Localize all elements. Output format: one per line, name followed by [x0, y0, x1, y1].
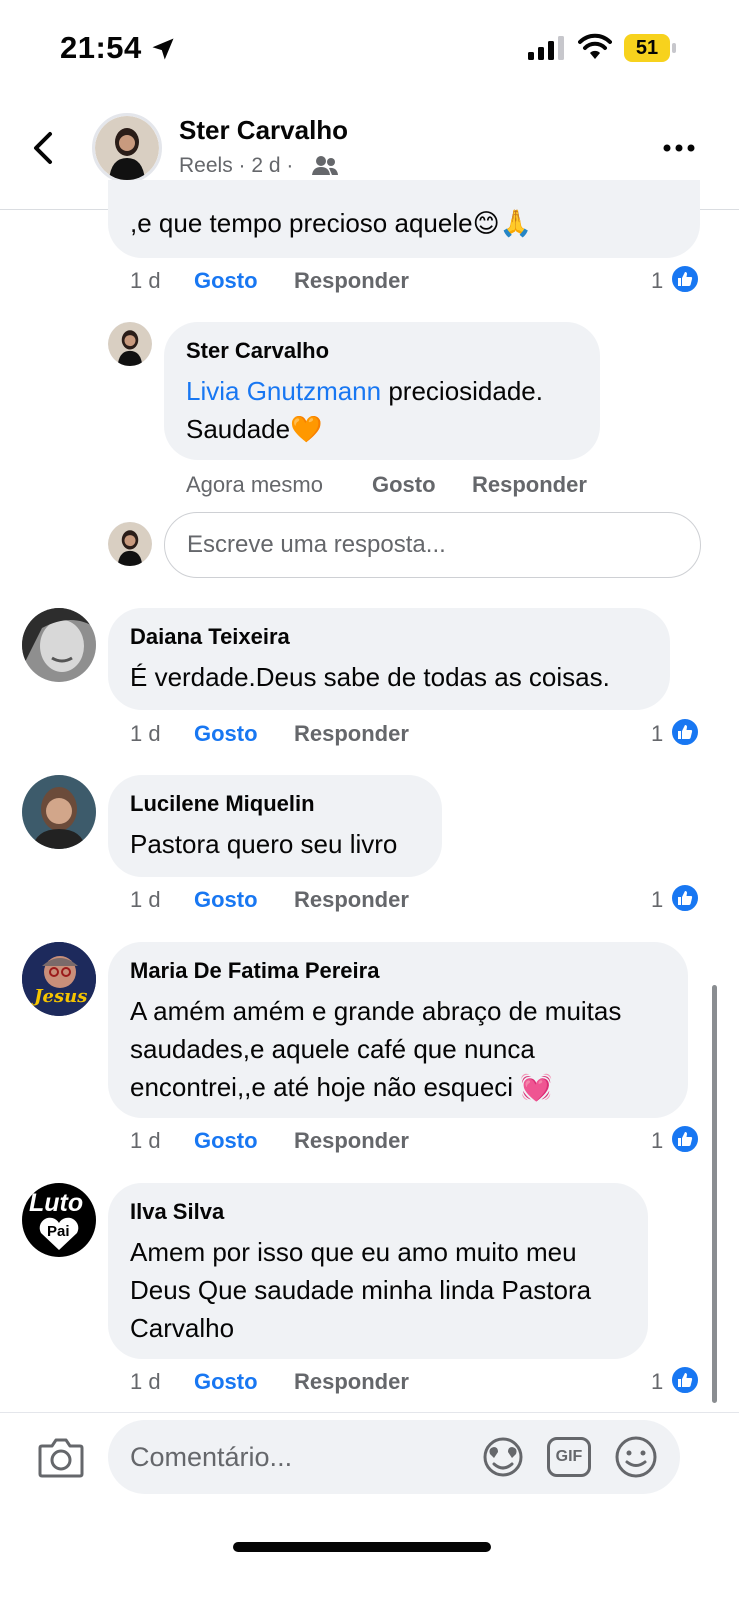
reply-avatar[interactable]	[108, 322, 152, 366]
emoji-icon[interactable]	[614, 1435, 658, 1479]
mention-link[interactable]: Livia Gnutzmann	[186, 376, 381, 406]
reply-button[interactable]: Responder	[294, 721, 409, 747]
comment-text-line: A amém amém e grande abraço de muitas	[130, 996, 622, 1026]
reply-text-line1: preciosidade.	[381, 376, 543, 406]
comment-text-line: Amem por isso que eu amo muito meu	[130, 1237, 577, 1267]
gif-label: GIF	[555, 1448, 583, 1465]
comment-time: 1 d	[130, 887, 161, 912]
comment-input[interactable]: Comentário...	[108, 1420, 680, 1494]
wifi-icon	[578, 33, 612, 59]
like-button[interactable]: Gosto	[194, 721, 294, 747]
comment-actions: 1 d Gosto Responder	[130, 266, 409, 296]
header-meta: Reels · 2 d ·	[179, 154, 294, 177]
comment-bubble-partial: ,e que tempo precioso aquele😊🙏	[108, 180, 700, 258]
comment-actions: 1 d Gosto Responder	[130, 719, 409, 749]
reaction-count: 1	[651, 887, 664, 912]
comment-time: 1 d	[130, 268, 161, 293]
comment-text-line: Carvalho	[130, 1313, 235, 1343]
comment-text: Pastora quero seu livro	[130, 829, 398, 859]
reply-text-line2: Saudade🧡	[186, 414, 323, 444]
comment-author[interactable]: Lucilene Miquelin	[130, 791, 420, 817]
avatar[interactable]	[22, 608, 96, 682]
reaction-count: 1	[651, 1128, 664, 1153]
avatar-text: Luto	[29, 1189, 84, 1217]
comment-author[interactable]: Ilva Silva	[130, 1199, 626, 1225]
scrollbar-thumb[interactable]	[712, 985, 717, 1403]
like-button[interactable]: Gosto	[194, 1128, 294, 1154]
comment-bubble: Daiana Teixeira É verdade.Deus sabe de t…	[108, 608, 670, 710]
avatar-text: Jesus	[34, 986, 88, 1007]
comment-actions: 1 d Gosto Responder	[130, 1367, 409, 1397]
battery-level: 51	[635, 36, 659, 59]
reply-button[interactable]: Responder	[472, 472, 587, 498]
reply-button[interactable]: Responder	[294, 1369, 409, 1395]
status-time: 21:54	[60, 30, 142, 65]
thumbs-up-icon[interactable]	[670, 264, 700, 294]
reaction-count: 1	[651, 268, 664, 293]
avatar-text: Pai	[47, 1223, 70, 1240]
comment-text-line: Deus Que saudade minha linda Pastora	[130, 1275, 592, 1305]
comment-bubble: Lucilene Miquelin Pastora quero seu livr…	[108, 775, 442, 877]
like-button[interactable]: Gosto	[194, 1369, 294, 1395]
location-arrow-icon	[152, 38, 174, 60]
avatar[interactable]	[22, 775, 96, 849]
reply-button[interactable]: Responder	[294, 268, 409, 294]
thumbs-up-icon[interactable]	[670, 1365, 700, 1395]
like-button[interactable]: Gosto	[194, 887, 294, 913]
my-avatar	[108, 522, 152, 566]
comment-text: ,e que tempo precioso aquele😊🙏	[130, 208, 533, 238]
thumbs-up-icon[interactable]	[670, 1124, 700, 1154]
thumbs-up-icon[interactable]	[670, 717, 700, 747]
reply-text: Livia Gnutzmann preciosidade. Saudade🧡	[186, 372, 578, 448]
like-button[interactable]: Gosto	[194, 268, 294, 294]
sticker-icon[interactable]	[480, 1436, 526, 1478]
comment-input-placeholder: Comentário...	[130, 1441, 293, 1472]
comment-time: 1 d	[130, 721, 161, 746]
cellular-signal-icon	[528, 36, 564, 60]
thumbs-up-icon[interactable]	[670, 883, 700, 913]
reply-input[interactable]: Escreve uma resposta...	[164, 512, 701, 578]
comment-time: 1 d	[130, 1369, 161, 1394]
more-dots-icon[interactable]	[663, 138, 695, 158]
avatar[interactable]: Luto Pai	[22, 1183, 96, 1257]
comment-bubble: Ilva Silva Amem por isso que eu amo muit…	[108, 1183, 648, 1359]
header-avatar[interactable]	[92, 113, 162, 183]
friends-icon	[312, 156, 338, 175]
comment-author[interactable]: Daiana Teixeira	[130, 624, 648, 650]
reaction-count: 1	[651, 721, 664, 746]
comment-actions: 1 d Gosto Responder	[130, 885, 409, 915]
battery-indicator: 51	[624, 34, 670, 62]
home-indicator[interactable]	[233, 1542, 491, 1552]
comment-time: 1 d	[130, 1128, 161, 1153]
reaction-count: 1	[651, 1369, 664, 1394]
comment-text-line: saudades,e aquele café que nunca	[130, 1034, 535, 1064]
comment-text-line: encontrei,,e até hoje não esqueci 💓	[130, 1072, 553, 1102]
reply-button[interactable]: Responder	[294, 887, 409, 913]
battery-cap	[672, 43, 676, 53]
comment-author[interactable]: Maria De Fatima Pereira	[130, 958, 666, 984]
reply-actions: Agora mesmo Gosto Responder	[186, 470, 587, 500]
like-button[interactable]: Gosto	[372, 472, 472, 498]
avatar[interactable]: Jesus	[22, 942, 96, 1016]
comment-actions: 1 d Gosto Responder	[130, 1126, 409, 1156]
reply-input-placeholder: Escreve uma resposta...	[187, 531, 446, 558]
reply-button[interactable]: Responder	[294, 1128, 409, 1154]
camera-icon[interactable]	[38, 1436, 84, 1478]
comment-bubble: Maria De Fatima Pereira A amém amém e gr…	[108, 942, 688, 1118]
reply-bubble: Ster Carvalho Livia Gnutzmann preciosida…	[164, 322, 600, 460]
comment-text: É verdade.Deus sabe de todas as coisas.	[130, 662, 610, 692]
reply-time: Agora mesmo	[186, 472, 323, 497]
gif-icon[interactable]: GIF	[547, 1437, 591, 1477]
back-chevron-icon[interactable]	[30, 130, 58, 166]
header-name[interactable]: Ster Carvalho	[179, 115, 348, 146]
reply-author[interactable]: Ster Carvalho	[186, 338, 578, 364]
